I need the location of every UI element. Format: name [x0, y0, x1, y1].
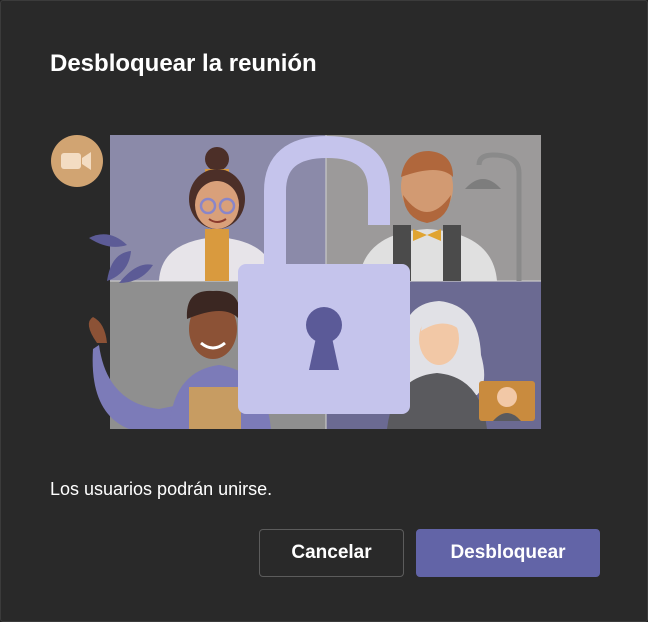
unlock-meeting-illustration [51, 135, 541, 429]
dialog-message: Los usuarios podrán unirse. [50, 479, 273, 499]
video-camera-icon [51, 135, 103, 187]
cancel-button[interactable]: Cancelar [259, 529, 404, 577]
unlock-button[interactable]: Desbloquear [416, 529, 600, 577]
unlock-meeting-dialog: Desbloquear la reunión Los usuarios podr… [0, 0, 648, 622]
dialog-title: Desbloquear la reunión [50, 50, 317, 77]
